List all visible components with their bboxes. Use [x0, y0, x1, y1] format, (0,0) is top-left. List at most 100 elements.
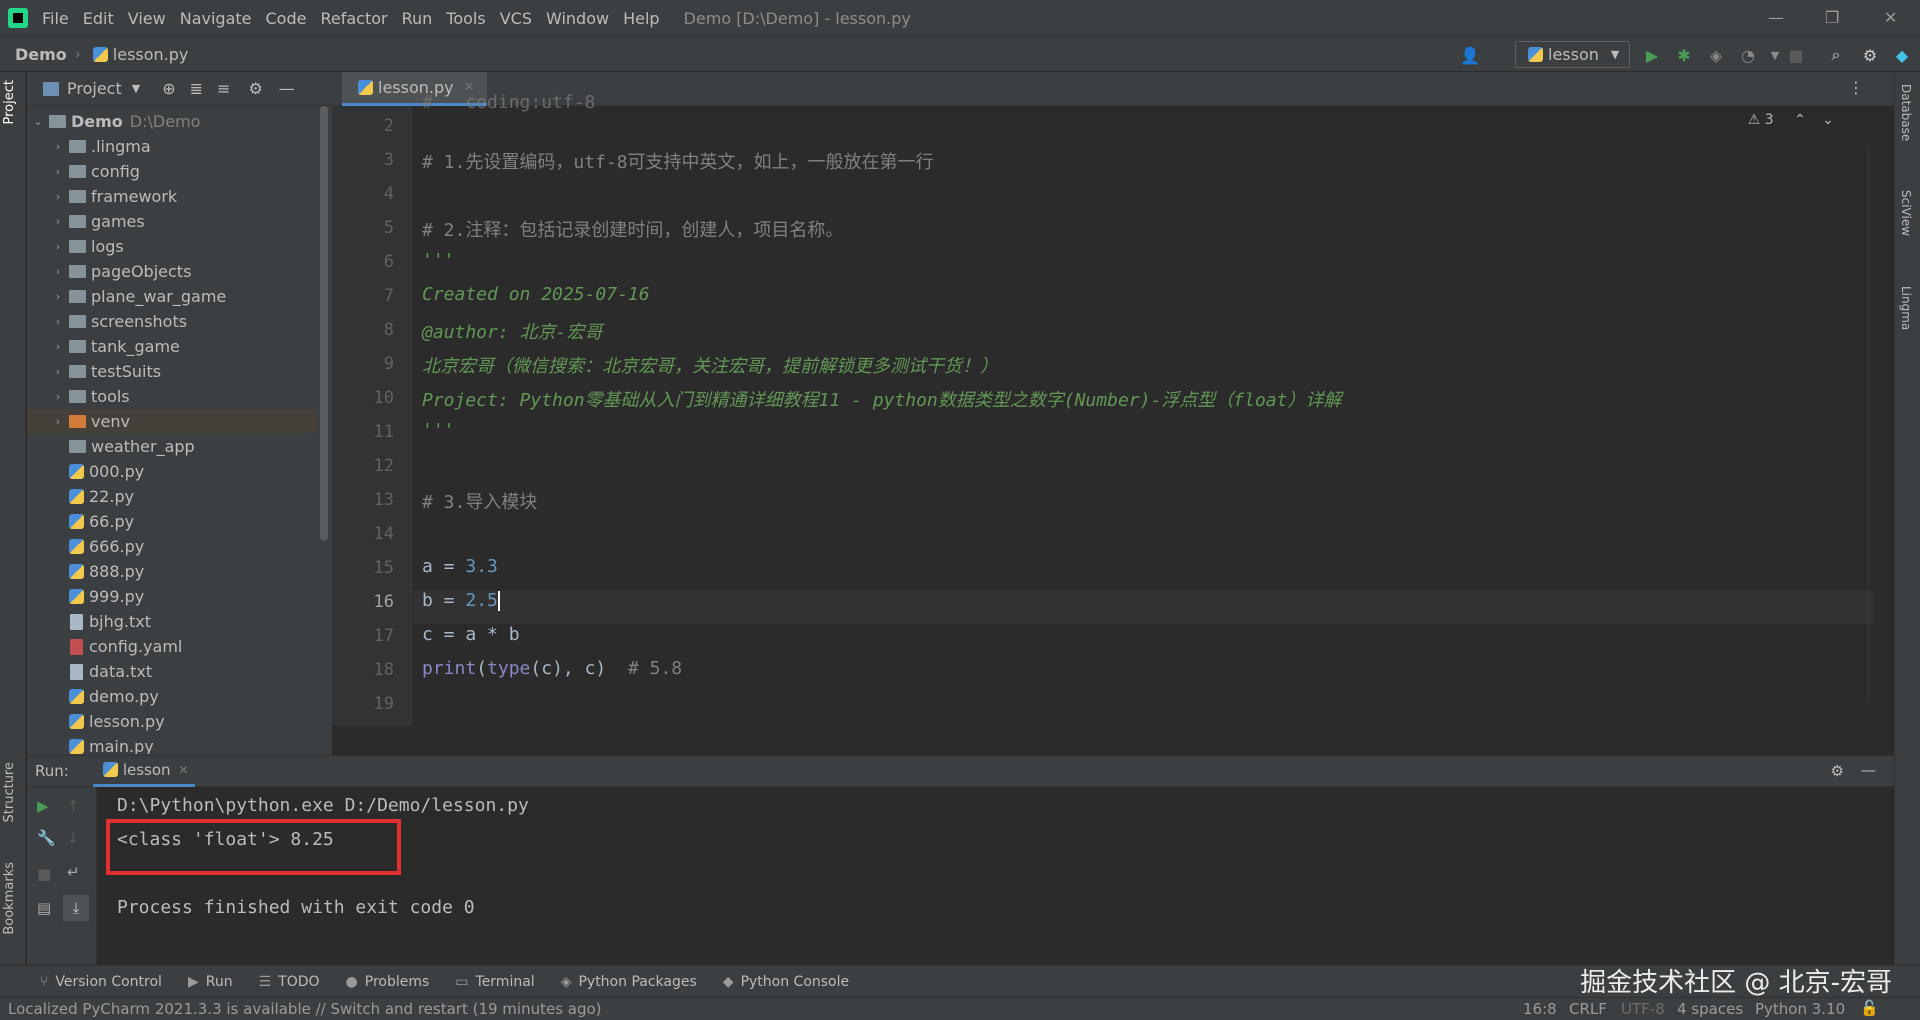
menu-item[interactable]: View — [128, 9, 166, 28]
chevron-down-icon[interactable]: ▼ — [132, 82, 140, 95]
chevron-right-icon[interactable]: › — [51, 315, 65, 328]
bottom-tab[interactable]: ☰ TODO — [259, 974, 320, 990]
inspection-widget[interactable]: ⚠ 3 ⌃ ⌄ — [1748, 112, 1834, 128]
tree-item[interactable]: demo.py — [27, 684, 317, 709]
editor-scrollbar[interactable] — [1868, 146, 1878, 701]
code-editor[interactable]: 2 3 4 5 6 7 8 9 10 11 12 13 14 15 16 17 18 19 # coding:ut… — [332, 92, 1894, 726]
chevron-right-icon[interactable]: › — [51, 415, 65, 428]
rerun-icon[interactable]: ▶ — [37, 797, 49, 815]
line-separator[interactable]: CRLF — [1569, 1000, 1607, 1018]
tree-item[interactable]: › tank_game — [27, 334, 317, 359]
bottom-tab[interactable]: ▭ Terminal — [455, 974, 534, 990]
scroll-to-end-icon[interactable]: ⤓ — [63, 895, 89, 921]
profile-icon[interactable]: ◔ — [1738, 45, 1758, 65]
menu-item[interactable]: Tools — [446, 9, 485, 28]
lock-icon[interactable]: 🔓 — [1860, 999, 1879, 1017]
tree-item[interactable]: › .lingma — [27, 134, 317, 159]
tree-item[interactable]: weather_app — [27, 434, 317, 459]
tree-item[interactable]: 000.py — [27, 459, 317, 484]
more-run-chevron-icon[interactable]: ▼ — [1765, 45, 1785, 65]
chevron-right-icon[interactable]: › — [51, 140, 65, 153]
chevron-right-icon[interactable]: › — [51, 240, 65, 253]
more-options-icon[interactable]: ⋮ — [1848, 78, 1864, 97]
tree-item[interactable]: › framework — [27, 184, 317, 209]
sciview-tool-tab[interactable]: SciView — [1899, 190, 1913, 236]
jetbrains-toolbox-icon[interactable]: ◆ — [1892, 45, 1912, 65]
run-icon[interactable]: ▶ — [1642, 45, 1662, 65]
chevron-down-icon[interactable]: ⌄ — [31, 115, 45, 128]
menu-item[interactable]: Refactor — [320, 9, 387, 28]
hide-panel-icon[interactable]: — — [1861, 761, 1876, 779]
coverage-icon[interactable]: ◈ — [1706, 45, 1726, 65]
tree-item[interactable]: › config — [27, 159, 317, 184]
tree-item[interactable]: lesson.py — [27, 709, 317, 734]
tree-item[interactable]: › pageObjects — [27, 259, 317, 284]
chevron-right-icon[interactable]: › — [51, 390, 65, 403]
search-icon[interactable]: ⌕ — [1826, 45, 1846, 65]
down-arrow-icon[interactable]: ↓ — [67, 829, 80, 847]
hide-panel-icon[interactable]: — — [279, 79, 295, 98]
chevron-right-icon[interactable]: › — [51, 265, 65, 278]
chevron-right-icon[interactable]: › — [51, 340, 65, 353]
bookmarks-tool-tab[interactable]: Bookmarks — [2, 862, 17, 935]
bottom-tab[interactable]: ● Problems — [346, 974, 430, 990]
menu-item[interactable]: File — [42, 9, 69, 28]
breadcrumb-file[interactable]: lesson.py — [113, 45, 189, 64]
project-panel-title[interactable]: Project — [67, 79, 122, 98]
menu-item[interactable]: Code — [266, 9, 307, 28]
locate-icon[interactable]: ⊕ — [162, 79, 175, 98]
tree-item[interactable]: › tools — [27, 384, 317, 409]
layout-icon[interactable]: ▤ — [37, 899, 51, 917]
chevron-right-icon[interactable]: › — [51, 215, 65, 228]
gear-icon[interactable]: ⚙ — [248, 79, 262, 98]
expand-all-icon[interactable]: ≣ — [190, 79, 203, 98]
user-icon[interactable]: 👤 — [1460, 45, 1480, 65]
tree-item[interactable]: › venv — [27, 409, 317, 434]
caret-position[interactable]: 16:8 — [1523, 1000, 1557, 1018]
menu-item[interactable]: VCS — [500, 9, 532, 28]
run-config-select[interactable]: lesson ▼ — [1515, 41, 1630, 68]
tree-scrollbar[interactable] — [320, 106, 328, 541]
chevron-right-icon[interactable]: › — [51, 190, 65, 203]
tree-item[interactable]: › logs — [27, 234, 317, 259]
chevron-right-icon[interactable]: › — [51, 365, 65, 378]
tree-item[interactable]: 66.py — [27, 509, 317, 534]
wrench-icon[interactable]: 🔧 — [37, 829, 56, 847]
tree-item[interactable]: › games — [27, 209, 317, 234]
breadcrumb-project[interactable]: Demo — [15, 45, 67, 64]
menu-item[interactable]: Run — [402, 9, 433, 28]
tree-item[interactable]: 22.py — [27, 484, 317, 509]
lingma-tool-tab[interactable]: Lingma — [1899, 286, 1913, 330]
chevron-up-icon[interactable]: ⌃ — [1794, 112, 1806, 128]
tree-item[interactable]: › testSuits — [27, 359, 317, 384]
soft-wrap-icon[interactable]: ↵ — [67, 863, 80, 881]
menu-item[interactable]: Help — [623, 9, 659, 28]
python-interpreter[interactable]: Python 3.10 — [1755, 1000, 1845, 1018]
tree-item[interactable]: › screenshots — [27, 309, 317, 334]
close-tab-icon[interactable]: ✕ — [179, 763, 189, 777]
gear-icon[interactable]: ⚙ — [1860, 45, 1880, 65]
menu-item[interactable]: Navigate — [180, 9, 252, 28]
tree-item[interactable]: 888.py — [27, 559, 317, 584]
bottom-tab[interactable]: ◆ Python Console — [723, 974, 849, 990]
gear-icon[interactable]: ⚙ — [1831, 762, 1844, 780]
tree-item[interactable]: main.py — [27, 734, 317, 754]
bottom-tab[interactable]: ▶ Run — [188, 974, 233, 990]
minimize-icon[interactable]: — — [1768, 8, 1784, 27]
tree-item[interactable]: data.txt — [27, 659, 317, 684]
menu-item[interactable]: Edit — [83, 9, 114, 28]
file-encoding[interactable]: UTF-8 — [1621, 1000, 1665, 1018]
stop-icon[interactable]: ■ — [37, 865, 51, 883]
project-tool-tab[interactable]: Project — [2, 80, 17, 124]
stop-icon[interactable]: ■ — [1786, 45, 1806, 65]
close-icon[interactable]: ✕ — [1884, 8, 1897, 27]
database-tool-tab[interactable]: Database — [1899, 84, 1913, 141]
up-arrow-icon[interactable]: ↑ — [67, 797, 80, 815]
tree-item[interactable]: 666.py — [27, 534, 317, 559]
chevron-down-icon[interactable]: ⌄ — [1822, 112, 1834, 128]
run-tab-lesson[interactable]: lesson ✕ — [92, 755, 195, 787]
menu-item[interactable]: Window — [546, 9, 609, 28]
tree-item[interactable]: bjhg.txt — [27, 609, 317, 634]
bottom-tab[interactable]: ⑂ Version Control — [40, 974, 162, 990]
indent-setting[interactable]: 4 spaces — [1677, 1000, 1743, 1018]
